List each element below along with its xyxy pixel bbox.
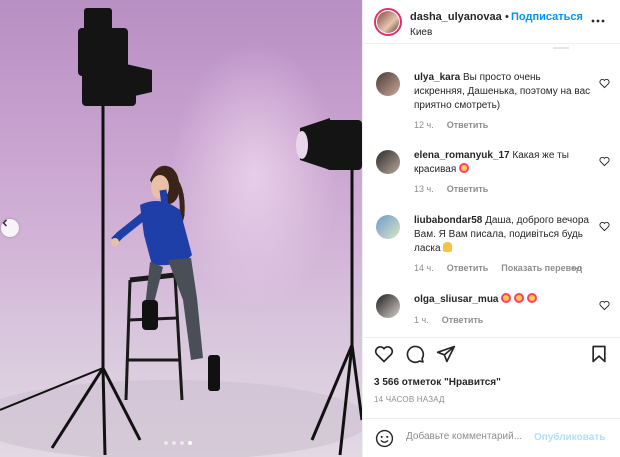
comment-meta: 13 ч. Ответить: [414, 184, 488, 194]
comment-meta: 1 ч. Ответить: [414, 315, 483, 325]
commenter-avatar[interactable]: [376, 294, 400, 318]
heart-eyes-emoji: [526, 293, 537, 303]
post-location[interactable]: Киев: [410, 27, 432, 38]
reply-button[interactable]: Ответить: [447, 120, 489, 130]
carousel-dot: [164, 441, 168, 445]
comment-input[interactable]: [406, 431, 534, 442]
comment-time: 13 ч.: [414, 184, 434, 194]
carousel-indicator: [164, 441, 192, 445]
left-light-head: [78, 8, 152, 106]
likes-count[interactable]: 3 566 отметок "Нравится": [374, 377, 501, 388]
share-paper-plane-icon[interactable]: [436, 344, 456, 364]
show-translation-button[interactable]: Показать перевод: [501, 263, 582, 273]
studio-scene: [0, 8, 362, 457]
comment-meta: 14 ч. Ответить Показать перевод: [414, 263, 582, 273]
folded-hands-emoji: [443, 242, 453, 252]
commenter-username[interactable]: elena_romanyuk_17: [414, 150, 510, 161]
post-timestamp[interactable]: 14 ЧАСОВ НАЗАД: [374, 395, 445, 404]
comment-body: liubabondar58 Даша, доброго вечора Вам. …: [414, 214, 594, 256]
follow-button[interactable]: Подписаться: [511, 11, 583, 23]
like-comment-heart-icon[interactable]: [599, 156, 610, 167]
comment-bubble-icon[interactable]: [405, 344, 425, 364]
emoji-smile-icon[interactable]: [375, 429, 394, 448]
like-comment-heart-icon[interactable]: [599, 78, 610, 89]
scroll-remnant: [553, 47, 569, 49]
comment-more-icon[interactable]: •••: [572, 264, 583, 273]
heart-eyes-emoji: [459, 163, 470, 173]
divider: [363, 337, 620, 338]
commenter-avatar[interactable]: [376, 215, 400, 239]
chevron-left-icon: [2, 219, 7, 227]
comment-time: 12 ч.: [414, 120, 434, 130]
like-comment-heart-icon[interactable]: [599, 221, 610, 232]
carousel-dot: [180, 441, 184, 445]
post-header: dasha_ulyanovaa • Подписаться Киев: [363, 0, 620, 44]
publish-comment-button[interactable]: Опубликовать: [534, 432, 605, 443]
commenter-username[interactable]: liubabondar58: [414, 215, 482, 226]
commenter-avatar[interactable]: [376, 72, 400, 96]
comment-body: olga_sliusar_mua: [414, 293, 594, 307]
commenter-avatar[interactable]: [376, 150, 400, 174]
save-bookmark-icon[interactable]: [589, 344, 609, 364]
comment-body: ulya_kara Вы просто очень искренняя, Даш…: [414, 71, 594, 113]
comment-time: 14 ч.: [414, 263, 434, 273]
reply-button[interactable]: Ответить: [447, 263, 489, 273]
carousel-dot: [172, 441, 176, 445]
commenter-username[interactable]: ulya_kara: [414, 72, 460, 83]
reply-button[interactable]: Ответить: [447, 184, 489, 194]
reply-button[interactable]: Ответить: [442, 315, 484, 325]
comment-time: 1 ч.: [414, 315, 429, 325]
author-username[interactable]: dasha_ulyanovaa: [410, 11, 502, 23]
comment-body: elena_romanyuk_17 Какая же ты красивая: [414, 149, 594, 177]
commenter-username[interactable]: olga_sliusar_mua: [414, 294, 498, 305]
carousel-dot-active: [188, 441, 192, 445]
heart-eyes-emoji: [501, 293, 512, 303]
right-light-head: [296, 118, 362, 170]
comment-meta: 12 ч. Ответить: [414, 120, 488, 130]
add-comment-bar: Опубликовать: [363, 418, 620, 457]
like-comment-heart-icon[interactable]: [599, 300, 610, 311]
more-options-icon[interactable]: [591, 14, 605, 28]
carousel-prev-button[interactable]: [1, 219, 19, 237]
author-avatar[interactable]: [374, 8, 402, 36]
post-photo: [0, 0, 362, 457]
header-separator: •: [505, 11, 509, 23]
like-heart-icon[interactable]: [374, 344, 394, 364]
heart-eyes-emoji: [514, 293, 525, 303]
post-action-bar: [363, 340, 620, 370]
post-side-panel: dasha_ulyanovaa • Подписаться Киев ulya_…: [362, 0, 620, 457]
